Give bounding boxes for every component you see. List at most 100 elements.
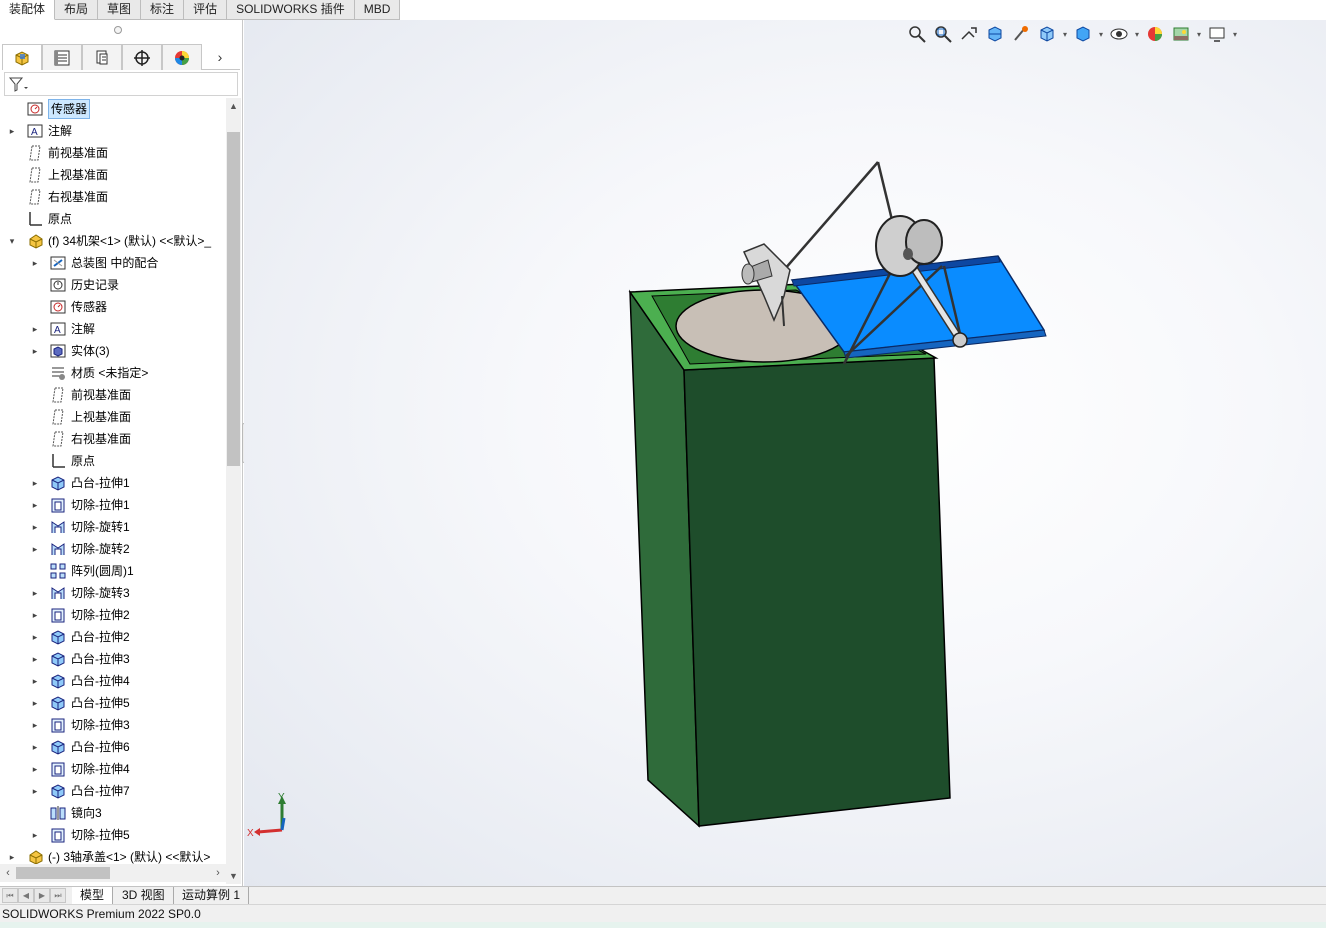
tree-item[interactable]: ▾ (f) 34机架<1> (默认) <<默认>_ [0, 230, 226, 252]
expand-arrow-icon[interactable]: ▸ [30, 714, 40, 736]
tree-item[interactable]: 右视基准面 [0, 186, 226, 208]
tree-item-label: 右视基准面 [71, 432, 132, 446]
scroll-up-icon[interactable]: ▲ [226, 98, 241, 114]
tree-item[interactable]: ▸ 凸台-拉伸2 [0, 626, 226, 648]
next-tab-icon[interactable]: ▶ [34, 888, 50, 903]
command-manager-tabs: 装配体 布局 草图 标注 评估 SOLIDWORKS 插件 MBD [0, 0, 401, 20]
tree-item[interactable]: 传感器 [0, 98, 226, 120]
expand-arrow-icon[interactable]: ▸ [30, 582, 40, 604]
bottom-tab[interactable]: 模型 [72, 887, 114, 904]
command-tab[interactable]: MBD [354, 0, 401, 20]
tree-item[interactable]: 原点 [0, 450, 226, 472]
command-tab[interactable]: 标注 [141, 0, 185, 20]
tree-item[interactable]: 材质 <未指定> [0, 362, 226, 384]
panel-grip[interactable] [114, 26, 122, 34]
feature-manager-panel: › 传感器 ▸ A 注解 前视基准面 上视基准面 右视基准面 原点 ▾ (f) 34机架<1> (… [0, 20, 243, 886]
bottom-tab[interactable]: 运动算例 1 [174, 887, 250, 904]
expand-arrow-icon[interactable]: ▸ [30, 692, 40, 714]
command-tab[interactable]: 装配体 [0, 0, 56, 20]
tree-item[interactable]: 镜向3 [0, 802, 226, 824]
tree-item[interactable]: ▸ 凸台-拉伸1 [0, 472, 226, 494]
origin-icon [27, 211, 43, 227]
expand-arrow-icon[interactable]: ▸ [30, 604, 40, 626]
scroll-down-icon[interactable]: ▼ [226, 868, 241, 884]
command-tab[interactable]: 布局 [55, 0, 99, 20]
tree-item-label: 切除-拉伸3 [71, 718, 130, 732]
model-render: Y X [247, 161, 1047, 839]
scroll-right-icon[interactable]: › [210, 864, 226, 882]
tree-item[interactable]: 前视基准面 [0, 384, 226, 406]
expand-arrow-icon[interactable]: ▸ [30, 736, 40, 758]
tree-item[interactable]: 原点 [0, 208, 226, 230]
manager-tabs: › [2, 44, 240, 70]
tree-item-label: 前视基准面 [71, 388, 132, 402]
svg-text:A: A [31, 127, 38, 138]
display-manager-icon [175, 50, 189, 65]
tree-item[interactable]: 右视基准面 [0, 428, 226, 450]
history-icon [50, 277, 66, 293]
expand-arrow-icon[interactable]: ▸ [30, 252, 40, 274]
expand-arrow-icon[interactable]: ▸ [30, 670, 40, 692]
cut-icon [50, 717, 66, 733]
tree-item[interactable]: ▸ 切除-拉伸2 [0, 604, 226, 626]
tree-item[interactable]: ▸ 切除-拉伸4 [0, 758, 226, 780]
tree-item[interactable]: ▸ 切除-拉伸5 [0, 824, 226, 846]
command-tab[interactable]: SOLIDWORKS 插件 [227, 0, 355, 20]
expand-arrow-icon[interactable]: ▸ [30, 780, 40, 802]
tree-item[interactable]: ▸ A 注解 [0, 120, 226, 142]
first-tab-icon[interactable]: ⏮ [2, 888, 18, 903]
expand-arrow-icon[interactable]: ▸ [30, 824, 40, 846]
tree-item[interactable]: ▸ 凸台-拉伸3 [0, 648, 226, 670]
expand-arrow-icon[interactable]: ▸ [30, 758, 40, 780]
tree-item[interactable]: ▸ 总装图 中的配合 [0, 252, 226, 274]
expand-arrow-icon[interactable]: ▸ [30, 538, 40, 560]
property-manager-tab[interactable] [42, 44, 82, 70]
expand-arrow-icon[interactable]: ▸ [30, 494, 40, 516]
expand-arrow-icon[interactable]: ▸ [30, 516, 40, 538]
display-manager-tab[interactable] [162, 44, 202, 70]
command-tab[interactable]: 评估 [184, 0, 228, 20]
command-tab[interactable]: 草图 [98, 0, 142, 20]
tree-item[interactable]: ▸ 切除-拉伸1 [0, 494, 226, 516]
tree-vertical-scrollbar[interactable]: ▲ ▼ [226, 98, 241, 884]
feature-manager-tab[interactable] [2, 44, 42, 70]
tree-item[interactable]: 前视基准面 [0, 142, 226, 164]
tree-item[interactable]: ▸ 切除-旋转2 [0, 538, 226, 560]
hscroll-thumb[interactable] [16, 867, 110, 879]
bottom-tab[interactable]: 3D 视图 [114, 887, 174, 904]
expand-arrow-icon[interactable]: ▸ [30, 472, 40, 494]
tree-item[interactable]: 传感器 [0, 296, 226, 318]
expand-arrow-icon[interactable]: ▸ [30, 648, 40, 670]
tree-item[interactable]: ▸ 切除-拉伸3 [0, 714, 226, 736]
tree-item[interactable]: ▸ 凸台-拉伸4 [0, 670, 226, 692]
tree-item[interactable]: 上视基准面 [0, 164, 226, 186]
expand-arrow-icon[interactable]: ▸ [7, 120, 17, 142]
tree-item[interactable]: ▸ 切除-旋转1 [0, 516, 226, 538]
scroll-thumb[interactable] [227, 132, 240, 466]
tree-filter[interactable] [4, 72, 238, 96]
more-tabs-chevron-icon[interactable]: › [202, 44, 238, 70]
last-tab-icon[interactable]: ⏭ [50, 888, 66, 903]
tree-item[interactable]: ▸ A 注解 [0, 318, 226, 340]
tree-item[interactable]: ▸ 凸台-拉伸7 [0, 780, 226, 802]
tree-item[interactable]: ▸ 切除-旋转3 [0, 582, 226, 604]
tree-item[interactable]: 阵列(圆周)1 [0, 560, 226, 582]
tree-item[interactable]: ▸ 实体(3) [0, 340, 226, 362]
expand-arrow-icon[interactable]: ▸ [30, 318, 40, 340]
scroll-left-icon[interactable]: ‹ [0, 864, 16, 882]
graphics-viewport[interactable]: ▾ ▾ ▾ ▾ ▾ Y X [244, 20, 1326, 886]
prev-tab-icon[interactable]: ◀ [18, 888, 34, 903]
configuration-manager-tab[interactable] [82, 44, 122, 70]
tree-item-label: 切除-拉伸4 [71, 762, 130, 776]
tree-item-label: 注解 [71, 322, 96, 336]
expand-arrow-icon[interactable]: ▸ [30, 340, 40, 362]
tree-item[interactable]: ▸ 凸台-拉伸5 [0, 692, 226, 714]
tree-item[interactable]: 历史记录 [0, 274, 226, 296]
collapse-arrow-icon[interactable]: ▾ [7, 230, 17, 252]
dimxpert-tab[interactable] [122, 44, 162, 70]
tree-horizontal-scrollbar[interactable]: ‹ › [0, 864, 226, 882]
tree-item[interactable]: 上视基准面 [0, 406, 226, 428]
tree-item[interactable]: ▸ 凸台-拉伸6 [0, 736, 226, 758]
expand-arrow-icon[interactable]: ▸ [30, 626, 40, 648]
tree-item-label: 实体(3) [71, 344, 110, 358]
